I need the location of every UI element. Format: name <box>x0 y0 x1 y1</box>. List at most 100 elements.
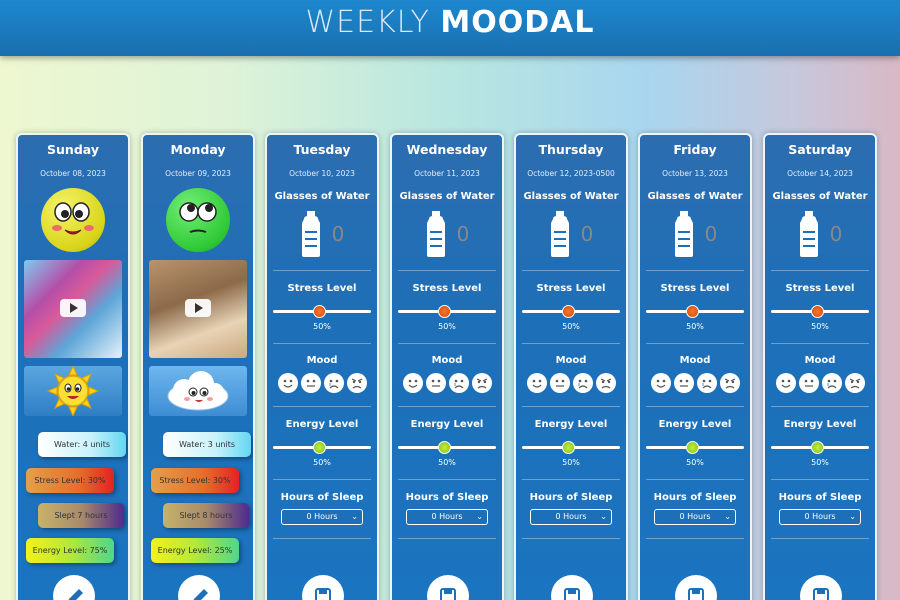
stress-slider-thumb[interactable] <box>811 305 824 318</box>
save-button[interactable] <box>675 575 717 600</box>
sad-face-icon[interactable] <box>821 373 842 393</box>
neutral-face-icon[interactable] <box>300 373 321 393</box>
yellow-blushing-face-icon <box>41 188 105 252</box>
divider <box>646 406 744 407</box>
floppy-disk-icon <box>813 588 829 600</box>
water-bottle-icon[interactable] <box>300 211 322 257</box>
stress-slider-thumb[interactable] <box>438 305 451 318</box>
water-bottle-icon[interactable] <box>673 211 695 257</box>
sleep-hours-select[interactable]: 0 Hours ⌄ <box>530 509 612 525</box>
energy-slider-thumb[interactable] <box>686 441 699 454</box>
energy-value: 50% <box>686 458 704 467</box>
water-count-value: 0 <box>704 222 718 246</box>
angry-face-icon[interactable] <box>471 373 492 393</box>
energy-label: Energy Level <box>783 419 857 430</box>
divider <box>398 538 496 539</box>
energy-label: Energy Level <box>410 419 484 430</box>
divider <box>771 479 869 480</box>
stress-slider[interactable] <box>646 304 744 318</box>
energy-summary-badge: Energy Level: 25% <box>151 538 239 563</box>
day-name: Friday <box>673 142 717 157</box>
sad-face-icon[interactable] <box>572 373 593 393</box>
water-bottle-icon[interactable] <box>425 211 447 257</box>
divider <box>398 479 496 480</box>
sleep-hours-select[interactable]: 0 Hours ⌄ <box>654 509 736 525</box>
stress-slider[interactable] <box>273 304 371 318</box>
sleep-label: Hours of Sleep <box>653 492 737 503</box>
divider <box>398 270 496 271</box>
pencil-icon <box>68 589 83 600</box>
sleep-label: Hours of Sleep <box>778 492 862 503</box>
chevron-down-icon: ⌄ <box>849 512 856 521</box>
water-counter[interactable]: 0 <box>267 210 377 258</box>
day-date: October 13, 2023 <box>662 169 728 178</box>
energy-slider-thumb[interactable] <box>811 441 824 454</box>
divider <box>646 343 744 344</box>
angry-face-icon[interactable] <box>346 373 367 393</box>
chevron-down-icon: ⌄ <box>351 512 358 521</box>
day-date: October 10, 2023 <box>289 169 355 178</box>
sleep-hours-select[interactable]: 0 Hours ⌄ <box>779 509 861 525</box>
edit-button[interactable] <box>178 575 220 600</box>
energy-slider[interactable] <box>398 440 496 454</box>
week-columns: Sunday October 08, 2023 Water: 4 units S… <box>16 133 886 600</box>
stress-slider-thumb[interactable] <box>313 305 326 318</box>
mood-label: Mood <box>804 355 836 366</box>
happy-face-icon[interactable] <box>775 373 796 393</box>
sad-face-icon[interactable] <box>323 373 344 393</box>
energy-summary-badge: Energy Level: 75% <box>26 538 114 563</box>
happy-face-icon[interactable] <box>526 373 547 393</box>
water-count-value: 0 <box>829 222 843 246</box>
sleep-hours-select[interactable]: 0 Hours ⌄ <box>406 509 488 525</box>
save-button[interactable] <box>427 575 469 600</box>
water-bottle-icon[interactable] <box>549 211 571 257</box>
neutral-face-icon[interactable] <box>673 373 694 393</box>
stress-slider[interactable] <box>398 304 496 318</box>
neutral-face-icon[interactable] <box>798 373 819 393</box>
stress-slider-thumb[interactable] <box>686 305 699 318</box>
divider <box>273 343 371 344</box>
stress-label: Stress Level <box>785 283 855 294</box>
energy-slider-thumb[interactable] <box>438 441 451 454</box>
angry-face-icon[interactable] <box>719 373 740 393</box>
neutral-face-icon[interactable] <box>549 373 570 393</box>
water-label: Glasses of Water <box>772 191 868 202</box>
energy-slider[interactable] <box>522 440 620 454</box>
sleep-hours-select[interactable]: 0 Hours ⌄ <box>281 509 363 525</box>
divider <box>273 270 371 271</box>
mood-label: Mood <box>555 355 587 366</box>
divider <box>398 406 496 407</box>
play-icon[interactable] <box>60 299 86 317</box>
energy-slider-thumb[interactable] <box>313 441 326 454</box>
happy-face-icon[interactable] <box>650 373 671 393</box>
energy-slider[interactable] <box>771 440 869 454</box>
water-counter[interactable]: 0 <box>516 210 626 258</box>
edit-button[interactable] <box>53 575 95 600</box>
save-button[interactable] <box>302 575 344 600</box>
happy-face-icon[interactable] <box>277 373 298 393</box>
video-thumbnail[interactable] <box>24 260 122 358</box>
save-button[interactable] <box>551 575 593 600</box>
stress-slider[interactable] <box>522 304 620 318</box>
stress-slider[interactable] <box>771 304 869 318</box>
neutral-face-icon[interactable] <box>425 373 446 393</box>
water-bottle-icon[interactable] <box>798 211 820 257</box>
video-thumbnail[interactable] <box>149 260 247 358</box>
mood-label: Mood <box>431 355 463 366</box>
water-counter[interactable]: 0 <box>765 210 875 258</box>
stress-slider-thumb[interactable] <box>562 305 575 318</box>
water-counter[interactable]: 0 <box>640 210 750 258</box>
stress-label: Stress Level <box>536 283 606 294</box>
water-counter[interactable]: 0 <box>392 210 502 258</box>
energy-slider[interactable] <box>273 440 371 454</box>
happy-face-icon[interactable] <box>402 373 423 393</box>
sad-face-icon[interactable] <box>696 373 717 393</box>
energy-slider-thumb[interactable] <box>562 441 575 454</box>
play-icon[interactable] <box>185 299 211 317</box>
sad-face-icon[interactable] <box>448 373 469 393</box>
save-button[interactable] <box>800 575 842 600</box>
angry-face-icon[interactable] <box>844 373 865 393</box>
energy-value: 50% <box>562 458 580 467</box>
energy-slider[interactable] <box>646 440 744 454</box>
angry-face-icon[interactable] <box>595 373 616 393</box>
